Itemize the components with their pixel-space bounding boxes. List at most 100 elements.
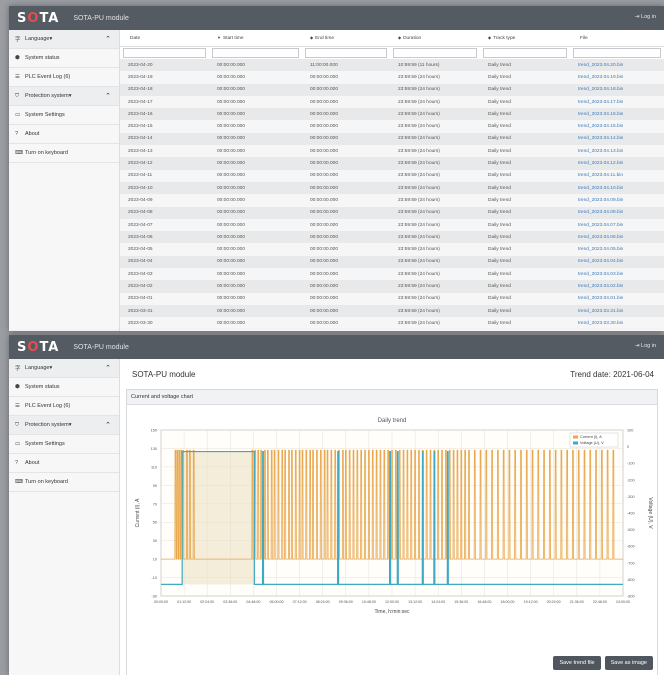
trend-file-link[interactable]: trend_2023.04.03.bin bbox=[570, 268, 664, 281]
trend-file-link[interactable]: trend_2023.04.05.bin bbox=[570, 243, 664, 256]
y-left-tick-label: 130 bbox=[151, 447, 157, 451]
table-cell: 2023-04-14 bbox=[120, 132, 209, 146]
save-trend-file-button[interactable]: Save trend file bbox=[553, 656, 601, 670]
table-row[interactable]: 2023-04-13 00:00:00.000 00:00:00.000 23:59:… bbox=[120, 145, 664, 158]
trend-file-link[interactable]: trend_2023.04.10.bin bbox=[570, 181, 664, 195]
trend-file-link[interactable]: trend_2023.04.08.bin bbox=[570, 206, 664, 219]
trend-date: Trend date: 2021-06-04 bbox=[570, 369, 654, 379]
y-right-axis-label: Voltage (U), V bbox=[647, 497, 653, 529]
sidebar-item-icon: ⛉ bbox=[15, 92, 20, 99]
table-cell: 00:00:00.000 bbox=[209, 83, 302, 96]
sidebar-item-system-settings[interactable]: ▭ System Settings bbox=[9, 106, 119, 125]
trend-file-link[interactable]: trend_2023.03.31.bin bbox=[570, 304, 664, 318]
sidebar-item-system-status[interactable]: ⬢ System status bbox=[9, 49, 119, 68]
table-cell: 23:59:59 (24 hours) bbox=[390, 194, 480, 207]
table-row[interactable]: 2023-04-19 00:00:00.000 00:00:00.000 23:59:… bbox=[120, 71, 664, 84]
chevron-up-icon[interactable]: ⌃ bbox=[105, 35, 111, 43]
trend-file-link[interactable]: trend_2023.04.12.bin bbox=[570, 157, 664, 170]
sidebar-item-protection-system[interactable]: ⛉ Protection system▾ ⌃ bbox=[9, 416, 119, 435]
trend-file-link[interactable]: trend_2023.04.02.bin bbox=[570, 280, 664, 293]
trend-file-link[interactable]: trend_2023.04.14.bin bbox=[570, 132, 664, 146]
sidebar-item-plc-event-log-6[interactable]: ☰ PLC Event Log (6) bbox=[9, 397, 119, 416]
trend-file-link[interactable]: trend_2023.04.16.bin bbox=[570, 108, 664, 121]
login-link[interactable]: ⇥ Log in bbox=[635, 14, 656, 20]
table-row[interactable]: 2023-04-10 00:00:00.000 00:00:00.000 23:59:… bbox=[120, 181, 664, 195]
trend-file-link[interactable]: trend_2023.04.04.bin bbox=[570, 255, 664, 269]
table-cell: Daily trend bbox=[480, 95, 570, 109]
trend-file-link[interactable]: trend_2023.04.17.bin bbox=[570, 95, 664, 109]
trend-file-link[interactable]: trend_2023.04.18.bin bbox=[570, 83, 664, 96]
table-row[interactable]: 2023-04-07 00:00:00.000 00:00:00.000 23:59:… bbox=[120, 218, 664, 232]
column-filter-input[interactable] bbox=[212, 47, 299, 58]
trend-file-link[interactable]: trend_2023.04.11.bin bbox=[570, 169, 664, 182]
sidebar-item-plc-event-log-6[interactable]: ☰ PLC Event Log (6) bbox=[9, 68, 119, 87]
trend-file-link[interactable]: trend_2023.04.19.bin bbox=[570, 71, 664, 84]
sidebar-item-language[interactable]: 字 Language▾ ⌃ bbox=[9, 30, 119, 49]
column-header[interactable]: ▼ Start time bbox=[209, 30, 302, 47]
table-cell: 00:00:00.000 bbox=[302, 255, 390, 269]
login-link[interactable]: ⇥ Log in bbox=[635, 343, 656, 349]
column-filter-input[interactable] bbox=[573, 47, 661, 58]
chevron-up-icon[interactable]: ⌃ bbox=[105, 364, 111, 372]
table-row[interactable]: 2023-04-08 00:00:00.000 00:00:00.000 23:59:… bbox=[120, 206, 664, 219]
column-filter-input[interactable] bbox=[123, 47, 206, 58]
sidebar-item-about[interactable]: ? About bbox=[9, 454, 119, 473]
trend-file-link[interactable]: trend_2023.04.06.bin bbox=[570, 231, 664, 244]
table-row[interactable]: 2023-04-15 00:00:00.000 00:00:00.000 23:59:… bbox=[120, 120, 664, 133]
table-row[interactable]: 2023-04-01 00:00:00.000 00:00:00.000 23:59:… bbox=[120, 292, 664, 305]
table-row[interactable]: 2023-04-05 00:00:00.000 00:00:00.000 23:59:… bbox=[120, 243, 664, 256]
chevron-up-icon[interactable]: ⌃ bbox=[105, 421, 111, 429]
table-cell: 23:59:59 (24 hours) bbox=[390, 268, 480, 281]
trend-file-link[interactable]: trend_2023.04.13.bin bbox=[570, 145, 664, 158]
table-row[interactable]: 2023-04-12 00:00:00.000 00:00:00.000 23:59:… bbox=[120, 157, 664, 170]
x-tick-label: 03:36:00 bbox=[223, 600, 237, 604]
sidebar-item-system-status[interactable]: ⬢ System status bbox=[9, 378, 119, 397]
trend-file-link[interactable]: trend_2023.04.09.bin bbox=[570, 194, 664, 207]
table-row[interactable]: 2023-03-31 00:00:00.000 00:00:00.000 23:59:… bbox=[120, 304, 664, 318]
table-row[interactable]: 2023-04-18 00:00:00.000 00:00:00.000 23:59:… bbox=[120, 83, 664, 96]
trend-file-link[interactable]: trend_2023.04.20.bin bbox=[570, 59, 664, 72]
save-as-image-button[interactable]: Save as image bbox=[604, 656, 653, 670]
table-row[interactable]: 2023-04-20 00:00:00.000 11:00:00.000 10:59:… bbox=[120, 59, 664, 72]
table-row[interactable]: 2023-04-06 00:00:00.000 00:00:00.000 23:59:… bbox=[120, 231, 664, 244]
table-row[interactable]: 2023-04-02 00:00:00.000 00:00:00.000 23:59:… bbox=[120, 280, 664, 293]
table-cell: 23:59:59 (24 hours) bbox=[390, 132, 480, 146]
sidebar-item-system-settings[interactable]: ▭ System Settings bbox=[9, 435, 119, 454]
table-row[interactable]: 2023-04-17 00:00:00.000 00:00:00.000 23:59:… bbox=[120, 95, 664, 109]
filter-row bbox=[120, 46, 664, 59]
sidebar-item-protection-system[interactable]: ⛉ Protection system▾ ⌃ bbox=[9, 87, 119, 106]
sidebar-item-about[interactable]: ? About bbox=[9, 125, 119, 144]
column-header[interactable]: ◆ End time bbox=[302, 30, 390, 47]
trend-file-link[interactable]: trend_2023.03.30.bin bbox=[570, 317, 664, 330]
sidebar-item-label: System Settings bbox=[25, 441, 65, 447]
table-cell: 23:59:59 (24 hours) bbox=[390, 317, 480, 330]
trend-file-link[interactable]: trend_2023.04.01.bin bbox=[570, 292, 664, 305]
column-filter-input[interactable] bbox=[483, 47, 567, 58]
chevron-up-icon[interactable]: ⌃ bbox=[105, 92, 111, 100]
trend-file-link[interactable]: trend_2023.04.15.bin bbox=[570, 120, 664, 133]
column-filter-input[interactable] bbox=[305, 47, 387, 58]
column-header[interactable]: File bbox=[570, 30, 664, 47]
table-cell: 2023-04-16 bbox=[120, 108, 209, 121]
table-row[interactable]: 2023-04-16 00:00:00.000 00:00:00.000 23:59:… bbox=[120, 108, 664, 121]
table-row[interactable]: 2023-04-09 00:00:00.000 00:00:00.000 23:59:… bbox=[120, 194, 664, 207]
trend-file-link[interactable]: trend_2023.04.07.bin bbox=[570, 218, 664, 232]
column-header[interactable]: Date bbox=[120, 30, 209, 47]
column-header[interactable]: ◆ Track type bbox=[480, 30, 570, 47]
table-row[interactable]: 2023-04-04 00:00:00.000 00:00:00.000 23:59:… bbox=[120, 255, 664, 269]
table-row[interactable]: 2023-04-03 00:00:00.000 00:00:00.000 23:59:… bbox=[120, 268, 664, 281]
table-row[interactable]: 2023-04-11 00:00:00.000 00:00:00.000 23:59:… bbox=[120, 169, 664, 182]
y-right-tick-label: -600 bbox=[627, 545, 635, 549]
table-row[interactable]: 2023-04-14 00:00:00.000 00:00:00.000 23:59:… bbox=[120, 132, 664, 146]
sort-icon: ▼ bbox=[217, 34, 221, 40]
column-header[interactable]: ◆ Duration bbox=[390, 30, 480, 47]
column-filter-input[interactable] bbox=[393, 47, 477, 58]
sidebar-item-label: About bbox=[25, 131, 40, 137]
y-left-tick-label: 70 bbox=[153, 502, 157, 506]
sidebar-item-turn-on-keyboard[interactable]: ⌨ Turn on keyboard bbox=[9, 473, 119, 492]
chart-area: SOTA-PU module Trend date: 2021-06-04 Cu… bbox=[120, 359, 664, 675]
sidebar-item-language[interactable]: 字 Language▾ ⌃ bbox=[9, 359, 119, 378]
sidebar-item-turn-on-keyboard[interactable]: ⌨ Turn on keyboard bbox=[9, 144, 119, 163]
table-row[interactable]: 2023-03-30 00:00:00.000 00:00:00.000 23:59:… bbox=[120, 317, 664, 330]
sidebar-item-icon: ☰ bbox=[15, 403, 20, 409]
